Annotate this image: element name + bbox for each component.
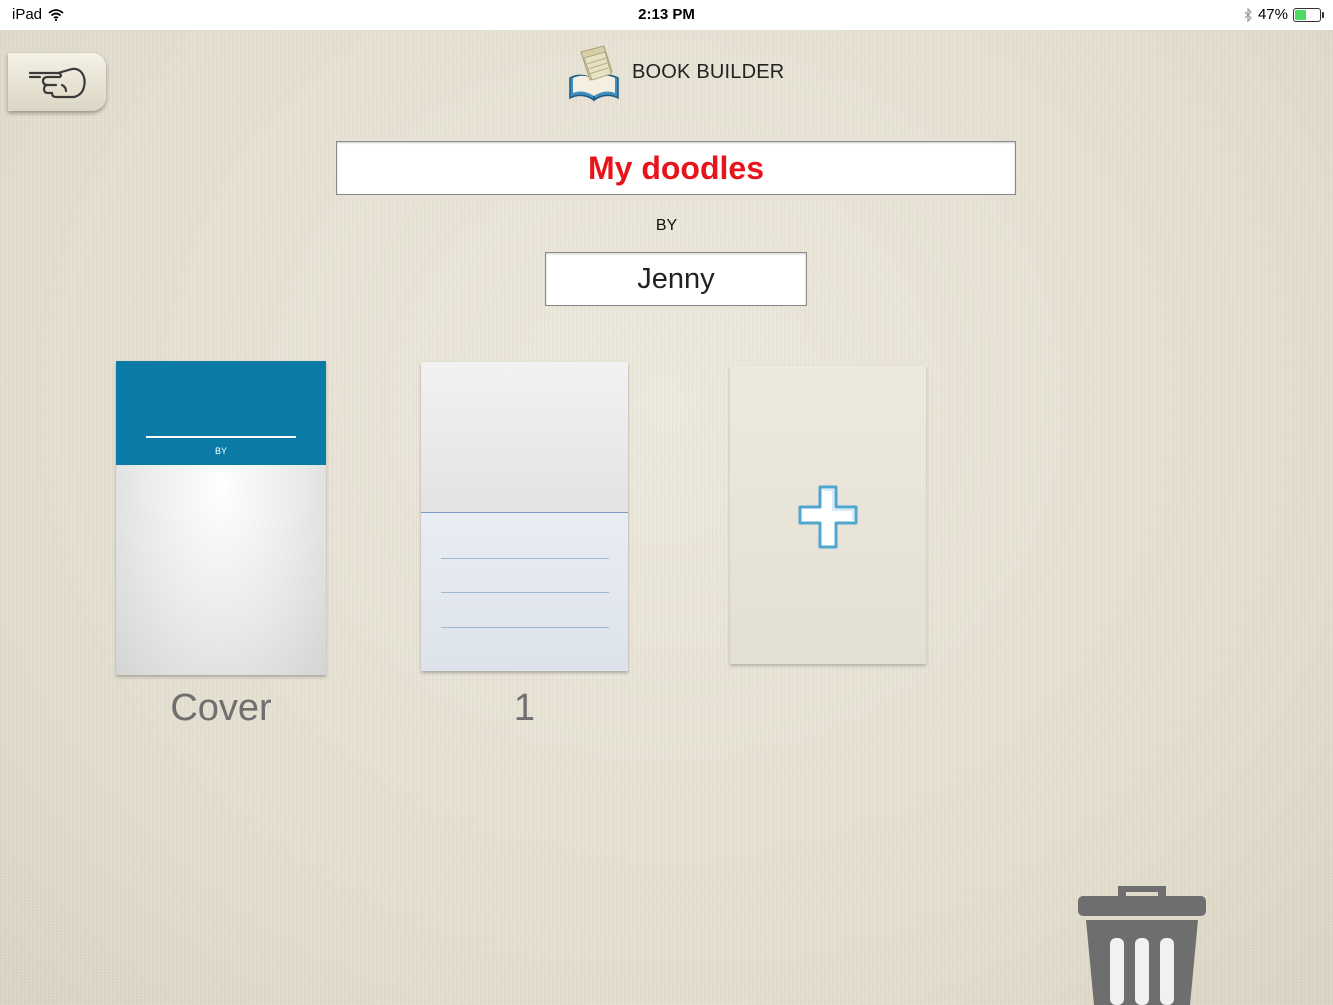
back-button[interactable] <box>8 53 106 111</box>
battery-icon <box>1293 7 1324 22</box>
by-label: BY <box>655 217 678 234</box>
battery-tip <box>1322 11 1324 18</box>
trash-icon[interactable] <box>1076 882 1208 1005</box>
page-1-thumbnail[interactable] <box>421 362 628 671</box>
status-time: 2:13 PM <box>638 6 695 23</box>
book-title-field[interactable]: My doodles <box>336 141 1016 195</box>
open-book-icon <box>569 45 619 102</box>
pointing-hand-icon <box>28 67 86 99</box>
page-1-text-area <box>421 513 628 671</box>
status-bar: iPad 2:13 PM 47% <box>0 0 1333 30</box>
cover-title-band: BY <box>116 361 326 465</box>
battery-level <box>1295 9 1306 20</box>
page-1-label: 1 <box>513 687 536 729</box>
bluetooth-icon <box>1244 7 1252 22</box>
cover-page-thumbnail[interactable]: BY <box>116 361 326 675</box>
cover-page-label: Cover <box>170 687 272 729</box>
cover-title-line <box>146 436 296 438</box>
battery-percent: 47% <box>1257 6 1288 23</box>
author-field[interactable]: Jenny <box>545 252 807 306</box>
cover-by-text: BY <box>214 446 227 456</box>
plus-icon <box>798 485 858 549</box>
text-rule <box>441 592 609 593</box>
status-right: 47% <box>1244 6 1324 23</box>
text-rule <box>441 627 609 628</box>
app-title: BOOK BUILDER <box>632 60 785 83</box>
page-1-picture-area <box>421 362 628 512</box>
text-rule <box>441 558 609 559</box>
app-header: BOOK BUILDER <box>566 42 784 102</box>
add-page-button[interactable] <box>730 366 926 664</box>
